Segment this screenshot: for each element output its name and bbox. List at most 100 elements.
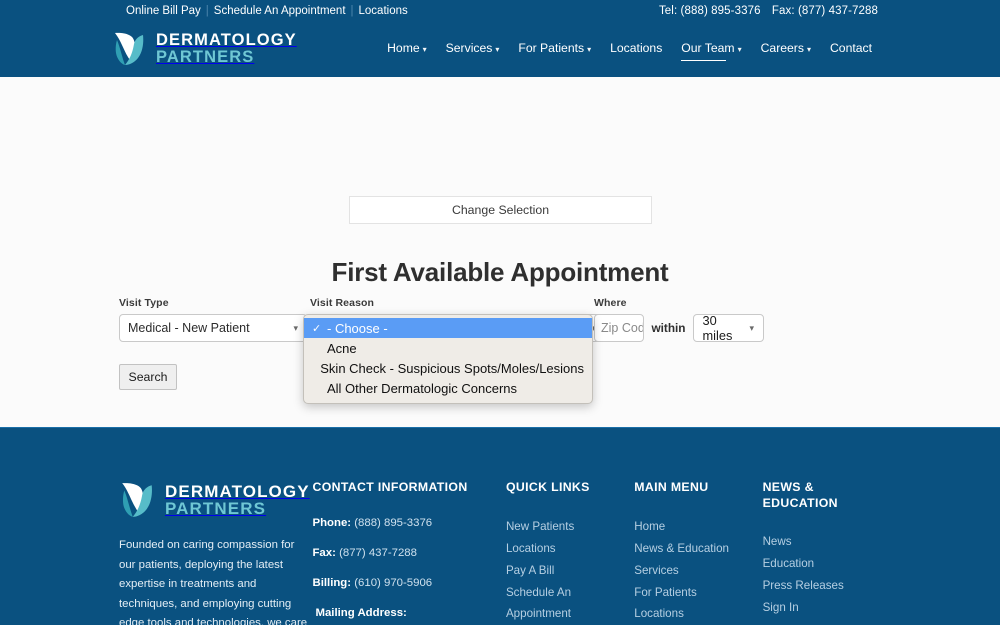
- utility-separator: |: [350, 4, 354, 17]
- dropdown-option-skin-check[interactable]: Skin Check - Suspicious Spots/Moles/Lesi…: [304, 358, 592, 378]
- nav-item-for-patients[interactable]: For Patients ▾: [518, 41, 591, 57]
- footer-link-sign-in[interactable]: Sign In: [763, 598, 881, 618]
- logo-line-secondary: PARTNERS: [156, 48, 255, 66]
- utility-bar: Online Bill Pay | Schedule An Appointmen…: [0, 0, 1000, 21]
- footer-billing: Billing: (610) 970-5906: [312, 577, 505, 589]
- footer-billing-value: (610) 970-5906: [354, 576, 433, 589]
- footer-quick-links-column: QUICK LINKS New Patients Locations Pay A…: [506, 480, 634, 625]
- footer-link-locations[interactable]: Locations: [506, 539, 634, 559]
- chevron-down-icon: ▾: [495, 44, 500, 54]
- utility-separator: |: [205, 4, 209, 17]
- footer-link-services[interactable]: Services: [634, 561, 762, 581]
- nav-label-services: Services: [445, 41, 493, 55]
- utility-link-schedule-an-appointment[interactable]: Schedule An Appointment: [214, 5, 346, 17]
- nav-label-contact: Contact: [829, 41, 872, 55]
- visit-reason-dropdown-menu[interactable]: ✓ - Choose - Acne Skin Check - Suspiciou…: [303, 314, 593, 404]
- nav-label-careers: Careers: [760, 41, 804, 55]
- distance-select[interactable]: 30 miles ▾: [692, 313, 764, 343]
- footer-phone-value: (888) 895-3376: [354, 516, 433, 529]
- zip-code-input[interactable]: Zip Code: [594, 314, 645, 342]
- footer-fax-label: Fax:: [312, 546, 336, 559]
- nav-item-services[interactable]: Services ▾: [446, 41, 500, 57]
- site-logo[interactable]: DERMATOLOGY PARTNERS: [112, 30, 297, 68]
- nav-item-home[interactable]: Home ▾: [387, 41, 427, 57]
- nav-item-locations[interactable]: Locations: [610, 41, 662, 57]
- footer-logo-line-secondary: PARTNERS: [165, 499, 267, 518]
- where-controls: Zip Code within 30 miles ▾: [594, 313, 764, 343]
- utility-link-locations[interactable]: Locations: [359, 5, 408, 17]
- nav-item-careers[interactable]: Careers ▾: [761, 41, 811, 57]
- dropdown-option-label: Acne: [327, 340, 357, 356]
- footer-news-education-column: NEWS & EDUCATION News Education Press Re…: [763, 480, 881, 625]
- footer-columns: DERMATOLOGY PARTNERS Founded on caring c…: [119, 428, 881, 625]
- search-button[interactable]: Search: [119, 364, 177, 390]
- dermatology-partners-leaf-icon: [112, 30, 148, 68]
- main-content: Change Selection First Available Appoint…: [0, 77, 1000, 427]
- header-main: DERMATOLOGY PARTNERS Home ▾ Services ▾ F…: [0, 21, 1000, 77]
- chevron-down-icon: ▾: [293, 322, 298, 333]
- footer-link-press-releases[interactable]: Press Releases: [763, 576, 881, 596]
- nav-label-our-team: Our Team: [681, 41, 735, 55]
- utility-tel: Tel: (888) 895-3376: [658, 4, 761, 17]
- footer-link-new-patients[interactable]: New Patients: [506, 517, 634, 537]
- footer-news-education-title: NEWS & EDUCATION: [762, 480, 838, 510]
- footer-about-text: Founded on caring compassion for our pat…: [119, 539, 308, 625]
- chevron-down-icon: ▾: [806, 44, 811, 54]
- chevron-down-icon: ▾: [587, 44, 592, 54]
- footer-brand-column: DERMATOLOGY PARTNERS Founded on caring c…: [119, 480, 312, 625]
- footer-mailing-address-label: Mailing Address:: [315, 606, 407, 619]
- footer-contact-title: CONTACT INFORMATION: [312, 480, 468, 494]
- nav-item-our-team[interactable]: Our Team ▾: [681, 41, 742, 61]
- dropdown-option-label: - Choose -: [327, 320, 388, 336]
- footer-phone-label: Phone:: [312, 516, 352, 529]
- change-selection-button[interactable]: Change Selection: [349, 196, 652, 224]
- footer-link-news[interactable]: News: [763, 532, 881, 552]
- visit-type-field: Visit Type Medical - New Patient ▾: [119, 297, 307, 342]
- distance-value: 30 miles: [702, 313, 733, 343]
- logo-text: DERMATOLOGY PARTNERS: [156, 32, 297, 66]
- visit-type-select[interactable]: Medical - New Patient ▾: [119, 314, 307, 342]
- footer-link-for-patients[interactable]: For Patients: [634, 583, 762, 603]
- nav-label-for-patients: For Patients: [518, 41, 585, 55]
- where-field: Where Zip Code within 30 miles ▾: [594, 297, 764, 343]
- logo-line-primary: DERMATOLOGY: [156, 31, 297, 50]
- chevron-down-icon: ▾: [422, 44, 427, 54]
- nav-label-home: Home: [387, 41, 420, 55]
- within-label: within: [651, 321, 686, 335]
- nav-item-contact[interactable]: Contact: [830, 41, 872, 57]
- visit-type-value: Medical - New Patient: [128, 321, 250, 335]
- visit-reason-label: Visit Reason: [310, 297, 375, 309]
- utility-link-online-bill-pay[interactable]: Online Bill Pay: [126, 5, 201, 17]
- utility-contact: Tel: (888) 895-3376 Fax: (877) 437-7288: [651, 5, 878, 17]
- footer-quick-links-title: QUICK LINKS: [505, 480, 590, 494]
- footer-link-locations-main[interactable]: Locations: [634, 604, 762, 624]
- dropdown-option-acne[interactable]: Acne: [304, 338, 592, 358]
- footer-link-news-education[interactable]: News & Education: [634, 539, 762, 559]
- footer-billing-label: Billing:: [312, 576, 352, 589]
- site-header: Online Bill Pay | Schedule An Appointmen…: [0, 0, 1000, 77]
- chevron-down-icon: ▾: [737, 44, 742, 54]
- footer-logo-line-primary: DERMATOLOGY: [165, 481, 310, 501]
- footer-link-schedule-an[interactable]: Schedule An: [506, 583, 634, 603]
- primary-navigation: Home ▾ Services ▾ For Patients ▾ Locatio…: [387, 41, 872, 61]
- dropdown-option-label: All Other Dermatologic Concerns: [327, 380, 518, 396]
- footer-link-appointment[interactable]: Appointment: [506, 604, 634, 624]
- footer-logo[interactable]: DERMATOLOGY PARTNERS: [119, 480, 312, 520]
- utility-links: Online Bill Pay | Schedule An Appointmen…: [126, 5, 408, 17]
- chevron-down-icon: ▾: [749, 322, 754, 333]
- dropdown-option-label: Skin Check - Suspicious Spots/Moles/Lesi…: [320, 360, 584, 376]
- page-title: First Available Appointment: [331, 257, 669, 287]
- dropdown-option-all-other[interactable]: All Other Dermatologic Concerns: [304, 378, 592, 398]
- footer-contact-column: CONTACT INFORMATION Phone: (888) 895-337…: [312, 480, 505, 625]
- footer-phone: Phone: (888) 895-3376: [312, 517, 505, 529]
- footer-fax-value: (877) 437-7288: [339, 546, 417, 559]
- footer-link-education[interactable]: Education: [763, 554, 881, 574]
- where-label: Where: [594, 297, 627, 309]
- checkmark-icon: ✓: [312, 322, 322, 335]
- footer-link-home[interactable]: Home: [634, 517, 762, 537]
- utility-fax: Fax: (877) 437-7288: [771, 4, 878, 17]
- footer-link-pay-a-bill[interactable]: Pay A Bill: [506, 561, 634, 581]
- nav-label-locations: Locations: [610, 41, 663, 55]
- site-footer: DERMATOLOGY PARTNERS Founded on caring c…: [0, 427, 1000, 625]
- dropdown-option-choose[interactable]: ✓ - Choose -: [304, 318, 592, 338]
